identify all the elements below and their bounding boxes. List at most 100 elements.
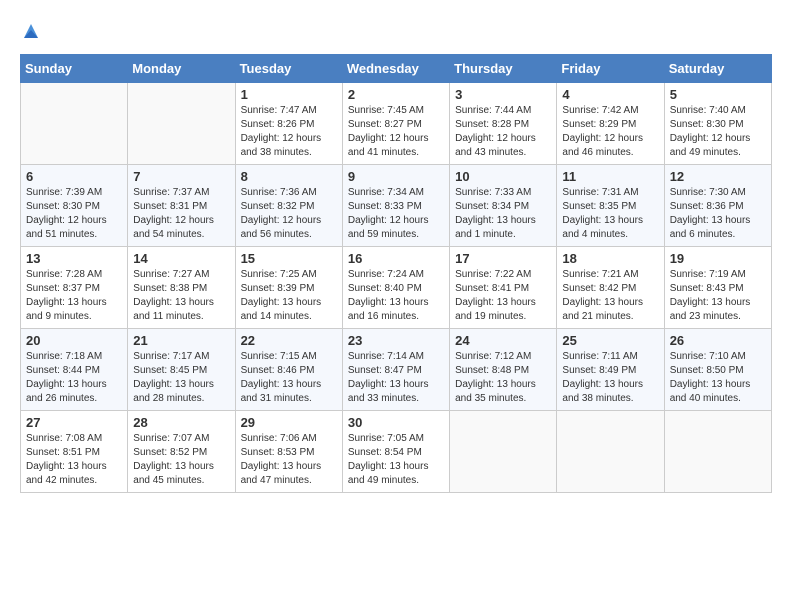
calendar-day-cell: 12 Sunrise: 7:30 AMSunset: 8:36 PMDayligh… — [664, 165, 771, 247]
calendar-table: SundayMondayTuesdayWednesdayThursdayFrid… — [20, 54, 772, 493]
calendar-day-cell: 17 Sunrise: 7:22 AMSunset: 8:41 PMDayligh… — [450, 247, 557, 329]
calendar-day-cell: 9 Sunrise: 7:34 AMSunset: 8:33 PMDaylight… — [342, 165, 449, 247]
calendar-day-cell: 28 Sunrise: 7:07 AMSunset: 8:52 PMDayligh… — [128, 411, 235, 493]
day-number: 10 — [455, 169, 551, 184]
logo — [20, 20, 46, 42]
calendar-day-cell: 30 Sunrise: 7:05 AMSunset: 8:54 PMDayligh… — [342, 411, 449, 493]
calendar-day-cell: 19Sunrise: 7:19 AMSunset: 8:43 PMDayligh… — [664, 247, 771, 329]
day-number: 11 — [562, 169, 658, 184]
day-info: Sunrise: 7:05 AMSunset: 8:54 PMDaylight:… — [348, 432, 444, 488]
calendar-day-cell — [450, 411, 557, 493]
day-number: 6 — [26, 169, 122, 184]
weekday-header: Tuesday — [235, 55, 342, 83]
calendar-day-cell: 29 Sunrise: 7:06 AMSunset: 8:53 PMDayligh… — [235, 411, 342, 493]
day-info: Sunrise: 7:21 AMSunset: 8:42 PMDaylight:… — [562, 268, 658, 324]
day-number: 12 — [670, 169, 766, 184]
day-number: 20 — [26, 333, 122, 348]
calendar-day-cell: 24 Sunrise: 7:12 AMSunset: 8:48 PMDayligh… — [450, 329, 557, 411]
weekday-header: Sunday — [21, 55, 128, 83]
page-header — [20, 20, 772, 42]
day-info: Sunrise: 7:06 AMSunset: 8:53 PMDaylight:… — [241, 432, 337, 488]
weekday-header: Saturday — [664, 55, 771, 83]
day-number: 4 — [562, 87, 658, 102]
calendar-day-cell: 20 Sunrise: 7:18 AMSunset: 8:44 PMDayligh… — [21, 329, 128, 411]
day-number: 9 — [348, 169, 444, 184]
day-info: Sunrise: 7:36 AMSunset: 8:32 PMDaylight:… — [241, 186, 337, 242]
calendar-day-cell: 10 Sunrise: 7:33 AMSunset: 8:34 PMDayligh… — [450, 165, 557, 247]
day-number: 24 — [455, 333, 551, 348]
day-info: Sunrise: 7:08 AMSunset: 8:51 PMDaylight:… — [26, 432, 122, 488]
day-info: Sunrise: 7:14 AMSunset: 8:47 PMDaylight:… — [348, 350, 444, 406]
calendar-day-cell: 11 Sunrise: 7:31 AMSunset: 8:35 PMDayligh… — [557, 165, 664, 247]
calendar-day-cell: 6 Sunrise: 7:39 AMSunset: 8:30 PMDaylight… — [21, 165, 128, 247]
day-info: Sunrise: 7:39 AMSunset: 8:30 PMDaylight:… — [26, 186, 122, 242]
weekday-header: Wednesday — [342, 55, 449, 83]
day-info: Sunrise: 7:40 AMSunset: 8:30 PMDaylight:… — [670, 104, 766, 160]
day-number: 15 — [241, 251, 337, 266]
day-number: 29 — [241, 415, 337, 430]
day-info: Sunrise: 7:37 AMSunset: 8:31 PMDaylight:… — [133, 186, 229, 242]
day-info: Sunrise: 7:33 AMSunset: 8:34 PMDaylight:… — [455, 186, 551, 242]
calendar-day-cell: 23 Sunrise: 7:14 AMSunset: 8:47 PMDayligh… — [342, 329, 449, 411]
day-info: Sunrise: 7:31 AMSunset: 8:35 PMDaylight:… — [562, 186, 658, 242]
day-number: 26 — [670, 333, 766, 348]
calendar-day-cell: 1 Sunrise: 7:47 AMSunset: 8:26 PMDaylight… — [235, 83, 342, 165]
day-number: 21 — [133, 333, 229, 348]
day-info: Sunrise: 7:27 AMSunset: 8:38 PMDaylight:… — [133, 268, 229, 324]
calendar-day-cell: 27 Sunrise: 7:08 AMSunset: 8:51 PMDayligh… — [21, 411, 128, 493]
calendar-week-row: 20 Sunrise: 7:18 AMSunset: 8:44 PMDayligh… — [21, 329, 772, 411]
calendar-day-cell: 4Sunrise: 7:42 AMSunset: 8:29 PMDaylight… — [557, 83, 664, 165]
weekday-header: Monday — [128, 55, 235, 83]
calendar-week-row: 13 Sunrise: 7:28 AMSunset: 8:37 PMDayligh… — [21, 247, 772, 329]
calendar-day-cell: 8Sunrise: 7:36 AMSunset: 8:32 PMDaylight… — [235, 165, 342, 247]
calendar-day-cell: 3 Sunrise: 7:44 AMSunset: 8:28 PMDaylight… — [450, 83, 557, 165]
day-info: Sunrise: 7:17 AMSunset: 8:45 PMDaylight:… — [133, 350, 229, 406]
calendar-day-cell: 15 Sunrise: 7:25 AMSunset: 8:39 PMDayligh… — [235, 247, 342, 329]
day-info: Sunrise: 7:25 AMSunset: 8:39 PMDaylight:… — [241, 268, 337, 324]
day-number: 1 — [241, 87, 337, 102]
calendar-day-cell — [128, 83, 235, 165]
day-info: Sunrise: 7:22 AMSunset: 8:41 PMDaylight:… — [455, 268, 551, 324]
calendar-week-row: 1 Sunrise: 7:47 AMSunset: 8:26 PMDaylight… — [21, 83, 772, 165]
day-number: 22 — [241, 333, 337, 348]
calendar-day-cell: 26 Sunrise: 7:10 AMSunset: 8:50 PMDayligh… — [664, 329, 771, 411]
logo-icon — [20, 20, 42, 42]
day-number: 28 — [133, 415, 229, 430]
day-info: Sunrise: 7:44 AMSunset: 8:28 PMDaylight:… — [455, 104, 551, 160]
weekday-header: Thursday — [450, 55, 557, 83]
day-info: Sunrise: 7:18 AMSunset: 8:44 PMDaylight:… — [26, 350, 122, 406]
calendar-day-cell: 2Sunrise: 7:45 AMSunset: 8:27 PMDaylight… — [342, 83, 449, 165]
day-number: 25 — [562, 333, 658, 348]
day-info: Sunrise: 7:30 AMSunset: 8:36 PMDaylight:… — [670, 186, 766, 242]
calendar-day-cell: 13 Sunrise: 7:28 AMSunset: 8:37 PMDayligh… — [21, 247, 128, 329]
calendar-day-cell: 7 Sunrise: 7:37 AMSunset: 8:31 PMDaylight… — [128, 165, 235, 247]
day-number: 7 — [133, 169, 229, 184]
calendar-day-cell: 5 Sunrise: 7:40 AMSunset: 8:30 PMDaylight… — [664, 83, 771, 165]
calendar-day-cell: 18 Sunrise: 7:21 AMSunset: 8:42 PMDayligh… — [557, 247, 664, 329]
day-number: 5 — [670, 87, 766, 102]
day-number: 3 — [455, 87, 551, 102]
day-number: 23 — [348, 333, 444, 348]
day-number: 17 — [455, 251, 551, 266]
calendar-day-cell: 14 Sunrise: 7:27 AMSunset: 8:38 PMDayligh… — [128, 247, 235, 329]
day-info: Sunrise: 7:47 AMSunset: 8:26 PMDaylight:… — [241, 104, 337, 160]
day-info: Sunrise: 7:19 AMSunset: 8:43 PMDaylight:… — [670, 268, 766, 324]
day-number: 13 — [26, 251, 122, 266]
day-info: Sunrise: 7:28 AMSunset: 8:37 PMDaylight:… — [26, 268, 122, 324]
day-number: 18 — [562, 251, 658, 266]
calendar-day-cell: 22Sunrise: 7:15 AMSunset: 8:46 PMDayligh… — [235, 329, 342, 411]
weekday-header-row: SundayMondayTuesdayWednesdayThursdayFrid… — [21, 55, 772, 83]
day-number: 14 — [133, 251, 229, 266]
calendar-day-cell: 25Sunrise: 7:11 AMSunset: 8:49 PMDayligh… — [557, 329, 664, 411]
calendar-day-cell — [664, 411, 771, 493]
day-info: Sunrise: 7:24 AMSunset: 8:40 PMDaylight:… — [348, 268, 444, 324]
day-number: 30 — [348, 415, 444, 430]
day-info: Sunrise: 7:07 AMSunset: 8:52 PMDaylight:… — [133, 432, 229, 488]
day-info: Sunrise: 7:34 AMSunset: 8:33 PMDaylight:… — [348, 186, 444, 242]
day-number: 27 — [26, 415, 122, 430]
calendar-week-row: 6 Sunrise: 7:39 AMSunset: 8:30 PMDaylight… — [21, 165, 772, 247]
day-info: Sunrise: 7:12 AMSunset: 8:48 PMDaylight:… — [455, 350, 551, 406]
weekday-header: Friday — [557, 55, 664, 83]
day-number: 2 — [348, 87, 444, 102]
day-info: Sunrise: 7:10 AMSunset: 8:50 PMDaylight:… — [670, 350, 766, 406]
